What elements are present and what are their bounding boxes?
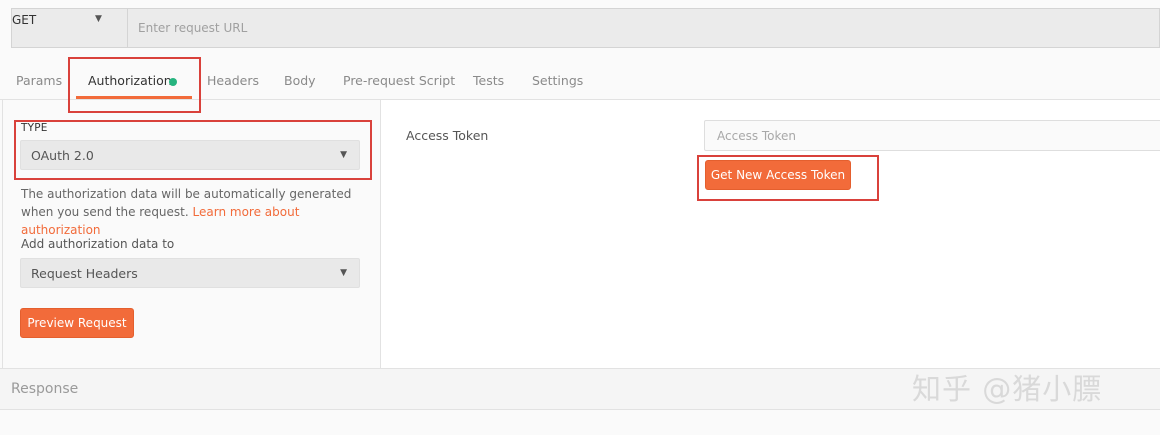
watermark-text: 知乎 @猪小膘: [912, 372, 1103, 406]
tab-params[interactable]: Params: [16, 73, 62, 88]
highlight-box-type-select: [14, 120, 372, 180]
highlight-box-authorization-tab: [68, 57, 201, 113]
access-token-field[interactable]: [704, 120, 1160, 151]
tab-headers[interactable]: Headers: [207, 73, 259, 88]
tab-settings[interactable]: Settings: [532, 73, 583, 88]
access-token-input[interactable]: [705, 121, 1160, 150]
add-auth-data-select[interactable]: Request Headers ▼: [20, 258, 360, 288]
chevron-down-icon: ▼: [95, 14, 102, 24]
access-token-label: Access Token: [406, 128, 489, 143]
response-label: Response: [11, 381, 79, 397]
tab-tests[interactable]: Tests: [473, 73, 504, 88]
auth-description-text: The authorization data will be automatic…: [21, 187, 352, 219]
preview-request-button[interactable]: Preview Request: [20, 308, 134, 338]
auth-description: The authorization data will be automatic…: [21, 185, 366, 239]
method-label: GET: [12, 13, 37, 27]
url-field[interactable]: [127, 8, 1160, 48]
tab-pre-request-script[interactable]: Pre-request Script: [343, 73, 455, 88]
highlight-box-get-token-button: [697, 155, 879, 201]
chevron-down-icon: ▼: [340, 268, 347, 278]
url-input[interactable]: [128, 9, 1159, 47]
tab-body[interactable]: Body: [284, 73, 316, 88]
add-auth-data-value: Request Headers: [31, 266, 138, 281]
add-auth-data-label: Add authorization data to: [21, 237, 175, 251]
